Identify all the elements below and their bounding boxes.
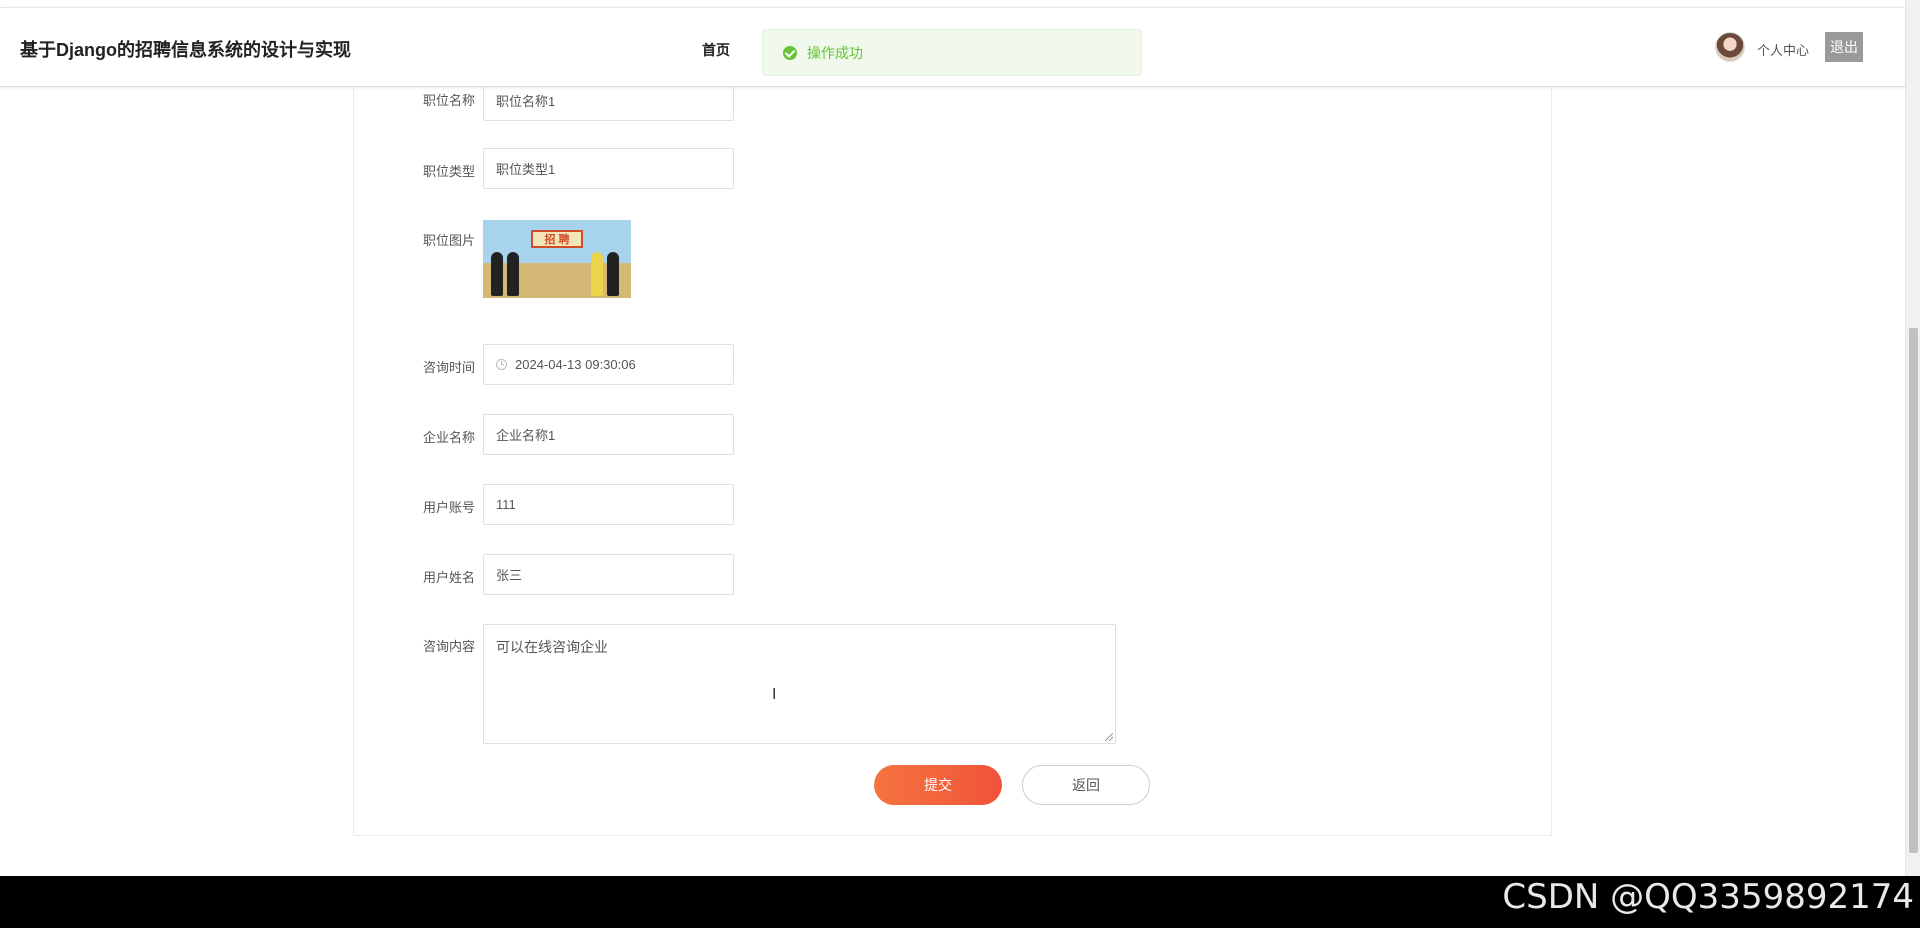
job-type-label: 职位类型 (422, 164, 475, 179)
job-name-label: 职位名称 (422, 93, 475, 108)
consult-time-field[interactable]: 2024-04-13 09:30:06 (483, 344, 734, 385)
scrollbar-thumb[interactable] (1909, 328, 1918, 853)
resize-grip-icon[interactable] (1105, 733, 1113, 741)
toast-message: 操作成功 (807, 44, 863, 61)
submit-button[interactable]: 提交 (874, 765, 1002, 805)
job-image[interactable]: 招 聘 (483, 220, 631, 298)
nav-home-link[interactable]: 首页 (702, 40, 730, 60)
clock-icon (496, 359, 507, 370)
site-title: 基于Django的招聘信息系统的设计与实现 (20, 40, 351, 60)
logout-button[interactable]: 退出 (1825, 32, 1863, 62)
text-cursor-icon: I (772, 686, 777, 703)
user-center-link[interactable]: 个人中心 (1757, 40, 1809, 59)
company-name-field[interactable]: 企业名称1 (483, 414, 734, 455)
consult-time-value: 2024-04-13 09:30:06 (515, 357, 636, 372)
top-header: 基于Django的招聘信息系统的设计与实现 首页 操作成功 个人中心 退出 (0, 7, 1905, 87)
consult-content-textarea[interactable]: 可以在线咨询企业 (483, 624, 1116, 744)
consult-time-label: 咨询时间 (422, 360, 475, 375)
user-name-field[interactable]: 张三 (483, 554, 734, 595)
check-circle-icon (783, 45, 797, 60)
user-name-label: 用户姓名 (422, 570, 475, 585)
back-button[interactable]: 返回 (1022, 765, 1150, 805)
consult-content-label: 咨询内容 (422, 639, 475, 654)
user-account-field[interactable]: 111 (483, 484, 734, 525)
page: 基于Django的招聘信息系统的设计与实现 首页 操作成功 个人中心 退出 职位… (0, 0, 1920, 928)
person-figure (507, 252, 519, 296)
user-account-label: 用户账号 (422, 500, 475, 515)
person-figure (607, 252, 619, 296)
job-type-field[interactable]: 职位类型1 (483, 148, 734, 189)
job-image-label: 职位图片 (422, 233, 475, 248)
user-avatar[interactable] (1715, 32, 1745, 62)
company-name-label: 企业名称 (422, 430, 475, 445)
person-figure (591, 252, 603, 296)
watermark-text: CSDN @QQ3359892174 (1502, 877, 1914, 917)
recruit-sign-text: 招 聘 (544, 234, 570, 246)
person-figure (491, 252, 503, 296)
vertical-scrollbar[interactable] (1905, 0, 1920, 876)
consult-content-value: 可以在线咨询企业 (496, 639, 608, 655)
recruit-sign: 招 聘 (531, 230, 583, 248)
success-toast: 操作成功 (762, 29, 1142, 76)
